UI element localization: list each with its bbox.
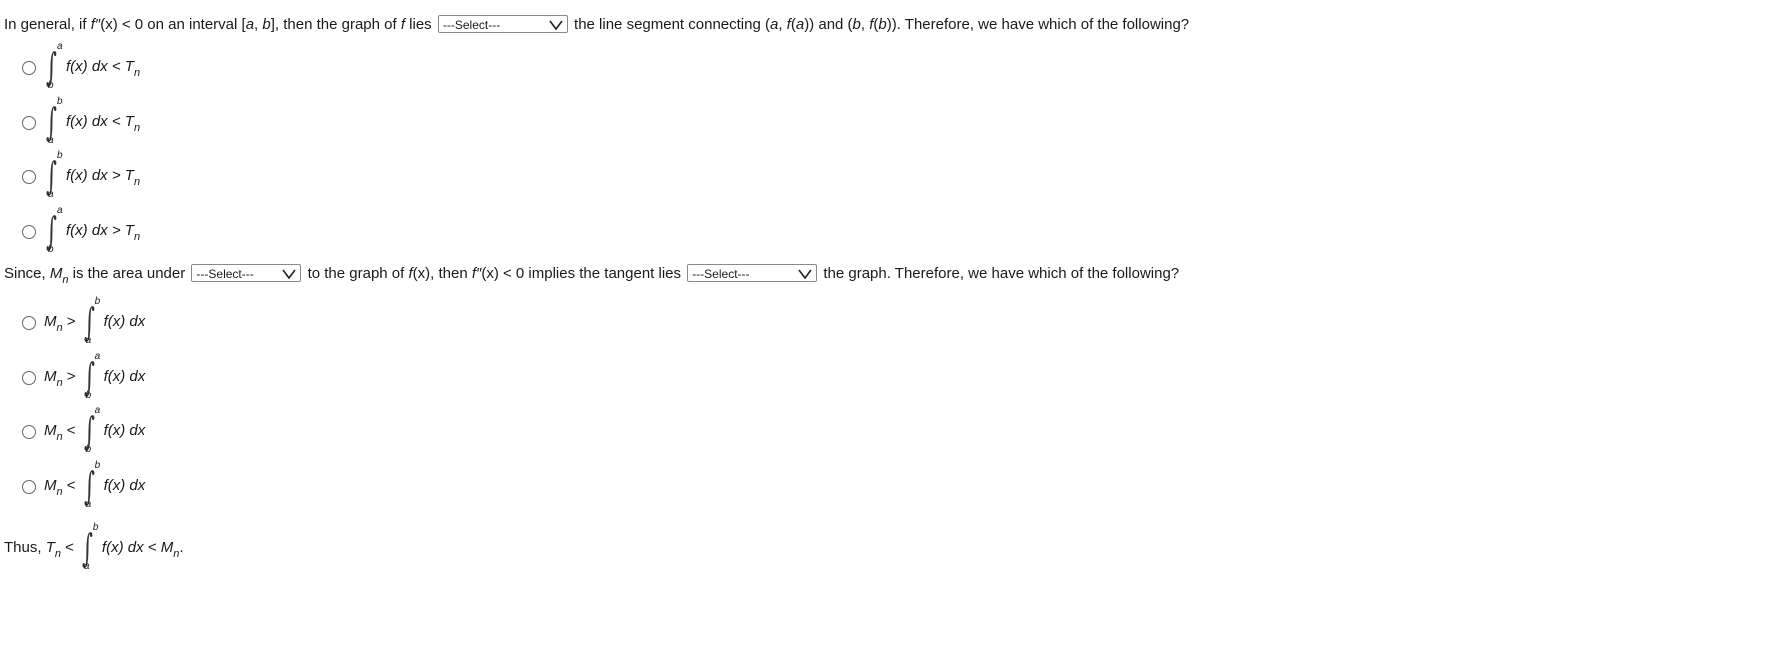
q2-text-4: (x), then <box>412 265 472 282</box>
chevron-down-icon <box>549 20 563 31</box>
q1-text-6: , <box>778 16 787 33</box>
integral-sign: ∫ b a <box>81 522 99 572</box>
conclusion-op: < <box>60 539 74 556</box>
integral-sign: ∫ a b <box>83 405 101 455</box>
radio-button[interactable] <box>22 170 36 184</box>
q1-text-9: , <box>860 16 870 33</box>
question-1-text: In general, if f″(x) < 0 on an interval … <box>4 14 1189 36</box>
q2-select-dropdown-2[interactable]: ---Select--- <box>687 264 818 283</box>
question-2-text: Since, Mn is the area under ---Select---… <box>4 263 1179 286</box>
conclusion-m: M <box>160 539 174 556</box>
q2-sub: n <box>62 274 69 286</box>
conclusion-sub-2: n <box>173 548 180 560</box>
conclusion-text: Thus, <box>4 539 46 556</box>
conclusion-body: f(x) dx < <box>101 539 161 556</box>
option-expression: ∫ a b f(x) dx > Tn <box>44 205 140 264</box>
radio-button[interactable] <box>22 225 36 239</box>
chevron-down-icon <box>798 269 812 280</box>
q2-select1-value: ---Select--- <box>196 267 254 282</box>
q2-text-5: (x) < 0 implies the tangent lies <box>481 265 682 282</box>
option-expression: ∫ b a f(x) dx > Tn <box>44 150 140 209</box>
radio-button[interactable] <box>22 61 36 75</box>
q1-text-5: the line segment connecting ( <box>574 16 770 33</box>
radio-button[interactable] <box>22 116 36 130</box>
q1-text-8: )) and ( <box>804 16 853 33</box>
q1-fpp: f″ <box>90 16 101 33</box>
radio-button[interactable] <box>22 371 36 385</box>
option-expression: Mn > ∫ b a f(x) dx <box>44 296 145 355</box>
q1-a-3: a <box>795 16 805 33</box>
integral-sign: ∫ a b <box>83 351 101 401</box>
option-expression: ∫ a b f(x) dx < Tn <box>44 41 140 100</box>
q2-text-3: to the graph of <box>307 265 409 282</box>
integral-sign: ∫ a b <box>46 205 63 255</box>
q1-select-dropdown[interactable]: ---Select--- <box>437 15 568 34</box>
integral-sign: ∫ b a <box>83 460 101 510</box>
q1-text-4: lies <box>405 16 432 33</box>
q1-a: a <box>245 16 255 33</box>
radio-button[interactable] <box>22 425 36 439</box>
option-expression: Mn < ∫ b a f(x) dx <box>44 460 145 519</box>
q1-b-2: b <box>852 16 861 33</box>
q1-b-3: b <box>878 16 887 33</box>
q2-select2-value: ---Select--- <box>692 267 750 282</box>
q2-text-2: is the area under <box>68 265 186 282</box>
conclusion-t: T <box>45 539 55 556</box>
q1-text-3: ], then the graph of <box>270 16 401 33</box>
q2-text-6: the graph. Therefore, we have which of t… <box>823 265 1180 282</box>
q1-select-value: ---Select--- <box>442 18 501 33</box>
integral-sign: ∫ b a <box>46 150 63 200</box>
conclusion-end: . <box>179 539 184 556</box>
option-expression: Mn > ∫ a b f(x) dx <box>44 351 145 410</box>
conclusion-expression: Thus, Tn < ∫ b a f(x) dx < Mn. <box>4 522 184 581</box>
q1-text-1: In general, if <box>4 16 91 33</box>
q2-fpp: f″ <box>471 265 482 282</box>
option-expression: ∫ b a f(x) dx < Tn <box>44 96 140 155</box>
option-expression: Mn < ∫ a b f(x) dx <box>44 405 145 464</box>
integral-sign: ∫ b a <box>46 96 63 146</box>
radio-button[interactable] <box>22 480 36 494</box>
integral-sign: ∫ b a <box>83 296 101 346</box>
q1-text-11: )). Therefore, we have which of the foll… <box>886 16 1190 33</box>
chevron-down-icon <box>282 269 297 280</box>
q2-select-dropdown-1[interactable]: ---Select--- <box>191 264 302 283</box>
q2-text-1: Since, <box>4 265 50 282</box>
integral-sign: ∫ a b <box>46 41 63 91</box>
q1-b: b <box>262 16 271 33</box>
radio-button[interactable] <box>22 316 36 330</box>
q1-text-2: (x) < 0 on an interval [ <box>100 16 246 33</box>
conclusion-sub: n <box>54 548 61 560</box>
q2-m: M <box>49 265 63 282</box>
